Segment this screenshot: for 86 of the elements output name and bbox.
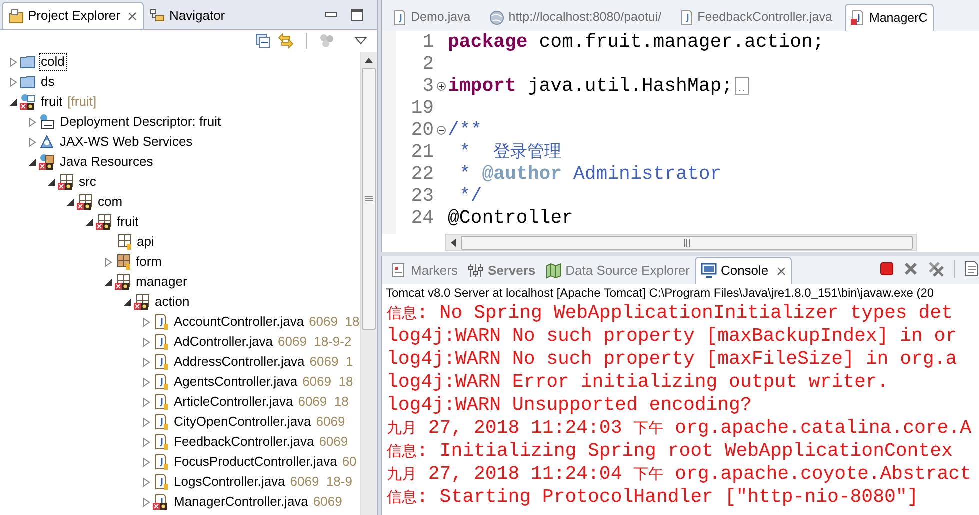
collapse-all-icon[interactable] bbox=[256, 34, 270, 48]
document-icon[interactable] bbox=[965, 261, 979, 277]
tree-item[interactable]: ds bbox=[40, 74, 56, 90]
stop-icon[interactable] bbox=[880, 262, 894, 276]
tree-item-detail: 6069 18-9 bbox=[290, 473, 352, 492]
view-menu-icon[interactable] bbox=[355, 37, 367, 45]
scroll-thumb[interactable] bbox=[461, 236, 913, 250]
tree-item[interactable]: action bbox=[154, 294, 191, 310]
code-line: import java.util.HashMap; bbox=[448, 74, 734, 99]
expand-fold-icon[interactable] bbox=[436, 82, 446, 90]
tree-item[interactable]: Deployment Descriptor: fruit bbox=[59, 114, 222, 130]
tree-item[interactable]: AgentsController.java bbox=[173, 374, 299, 390]
close-icon[interactable] bbox=[776, 266, 786, 276]
tree-item-detail: 6069 bbox=[316, 413, 346, 432]
editor-tab[interactable]: http://localhost:8080/paotui/ bbox=[484, 4, 667, 31]
tree-item[interactable]: fruit bbox=[40, 94, 64, 110]
tree-item[interactable]: LogsController.java bbox=[173, 474, 286, 490]
java-file-icon bbox=[680, 10, 694, 26]
tree-item[interactable]: com bbox=[97, 194, 124, 210]
view-tab[interactable]: Servers bbox=[462, 257, 541, 284]
remove-launch-icon[interactable] bbox=[904, 262, 918, 276]
horizontal-scrollbar[interactable] bbox=[445, 234, 917, 251]
remove-all-icon[interactable] bbox=[928, 261, 944, 277]
view-tab[interactable]: Markers bbox=[386, 257, 463, 284]
markers-icon bbox=[391, 262, 407, 278]
maximize-icon[interactable] bbox=[351, 9, 363, 21]
tree-item[interactable]: api bbox=[136, 234, 156, 250]
tree-item[interactable]: Java Resources bbox=[59, 154, 154, 170]
tree-item-detail: 6069 18 bbox=[298, 393, 349, 412]
console-line: log4j:WARN No such property [maxBackupIndex] in or bbox=[387, 325, 958, 348]
view-tab[interactable]: Console bbox=[694, 257, 792, 284]
tree-item[interactable]: cold bbox=[40, 54, 66, 70]
tree-item[interactable]: fruit bbox=[116, 214, 140, 230]
tree-item-detail: 6069 18 bbox=[302, 373, 354, 392]
tree-item[interactable]: AdController.java bbox=[173, 334, 274, 350]
view-tab[interactable]: Data Source Explorer bbox=[540, 257, 695, 284]
console-process-label: Tomcat v8.0 Server at localhost [Apache Tomcat] C:\Program Files\Java\jre1.8.0_151\bin\javaw.exe (20 bbox=[385, 285, 936, 302]
tree-item[interactable]: JAX-WS Web Services bbox=[59, 134, 194, 150]
tree-item-detail: 60 bbox=[342, 453, 357, 472]
tree-item[interactable]: form bbox=[135, 254, 163, 270]
console-line: 九月 27, 2018 11:24:03 下午 org.apache.catalina.core.A bbox=[387, 417, 972, 440]
view-tab[interactable]: Navigator bbox=[144, 2, 232, 29]
minimize-icon[interactable] bbox=[325, 12, 337, 18]
close-icon[interactable] bbox=[128, 12, 138, 20]
console-line: log4j:WARN Error initializing output writer. bbox=[387, 371, 890, 394]
tree-item[interactable]: FeedbackController.java bbox=[173, 434, 316, 450]
tree-item-detail: 6069 1 bbox=[310, 353, 354, 372]
map-icon bbox=[546, 262, 562, 278]
link-arrows-icon[interactable] bbox=[278, 33, 294, 49]
folded-code-marker bbox=[735, 77, 750, 95]
folder-icon bbox=[9, 8, 24, 24]
collapse-fold-icon[interactable] bbox=[436, 126, 446, 134]
tree-item-detail: 6069 bbox=[319, 433, 348, 452]
tree-item[interactable]: manager bbox=[135, 274, 188, 290]
editor-tab[interactable]: FeedbackController.java bbox=[674, 4, 838, 31]
tree-item[interactable]: AddressController.java bbox=[173, 354, 306, 370]
editor-tab[interactable]: ManagerC bbox=[845, 4, 934, 31]
scroll-up-icon[interactable] bbox=[365, 58, 373, 63]
tree-item-detail: 6069 18 bbox=[309, 313, 360, 332]
scroll-left-icon[interactable] bbox=[451, 238, 456, 246]
tree-item-detail: 6069 18-9-2 bbox=[278, 333, 352, 352]
console-line: log4j:WARN No such property [maxFileSize] in org.a bbox=[387, 348, 958, 371]
tree-item[interactable]: src bbox=[78, 174, 98, 190]
tree-item[interactable]: AccountController.java bbox=[173, 314, 306, 330]
tree-item[interactable]: ArticleController.java bbox=[173, 394, 294, 410]
vertical-scrollbar[interactable] bbox=[360, 52, 377, 515]
code-line: package com.fruit.manager.action; bbox=[448, 31, 824, 55]
globe-icon bbox=[488, 10, 505, 26]
monitor-icon bbox=[700, 263, 717, 279]
java-file-icon bbox=[851, 10, 866, 26]
tree-item[interactable]: FocusProductController.java bbox=[173, 454, 338, 470]
servers-icon bbox=[468, 262, 484, 278]
tree-item[interactable]: ManagerController.java bbox=[173, 494, 310, 510]
view-tab[interactable]: Project Explorer bbox=[2, 2, 144, 29]
console-line: 信息: Initializing Spring root WebApplicationContex bbox=[387, 440, 954, 463]
console-line: 九月 27, 2018 11:24:04 下午 org.apache.coyote.Abstract bbox=[387, 463, 972, 486]
console-line: 信息: Starting ProtocolHandler ["http-nio-8080"] bbox=[387, 486, 920, 509]
navigator-icon bbox=[150, 8, 166, 23]
editor-tab[interactable]: Demo.java bbox=[388, 4, 476, 31]
tree-item[interactable]: CityOpenController.java bbox=[173, 414, 312, 430]
console-line: log4j:WARN Unsupported encoding? bbox=[387, 394, 753, 417]
console-line: 信息: No Spring WebApplicationInitializer types det bbox=[387, 302, 954, 325]
scroll-thumb[interactable] bbox=[362, 68, 376, 330]
tree-item-detail: 6069 bbox=[313, 493, 342, 512]
tree-item-detail: [fruit] bbox=[68, 93, 97, 112]
java-file-icon bbox=[393, 10, 407, 26]
